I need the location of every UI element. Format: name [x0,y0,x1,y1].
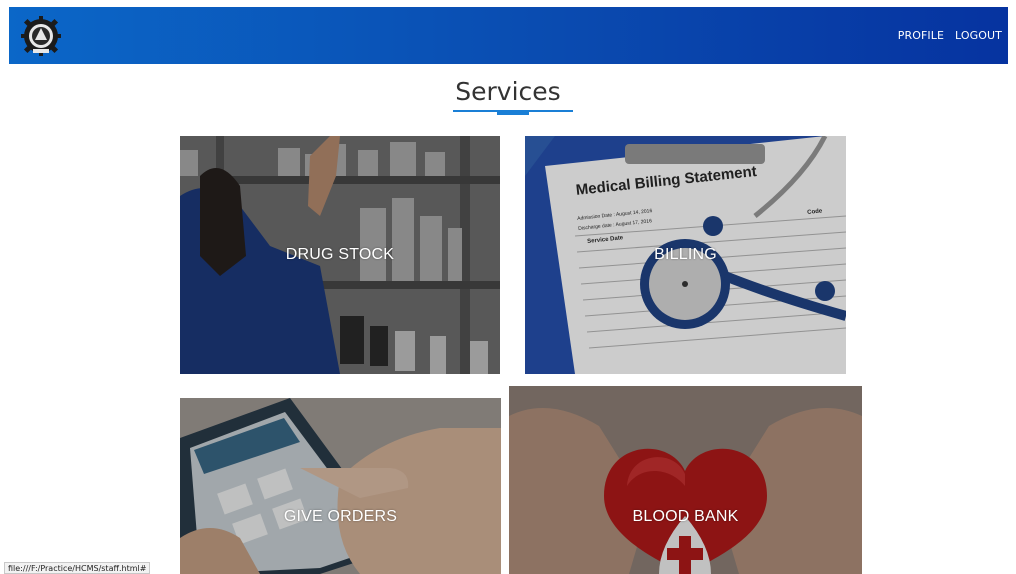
service-card-blood-bank[interactable]: BLOOD BANK [509,386,862,574]
heart-in-hands-photo [509,386,862,574]
service-card-give-orders[interactable]: GIVE ORDERS [180,398,501,574]
logout-link[interactable]: LOGOUT [955,29,1002,42]
service-label-drug-stock: DRUG STOCK [285,246,395,263]
gear-emblem-icon[interactable] [21,16,61,56]
service-label-blood-bank: BLOOD BANK [632,508,739,525]
status-bar-url: file:///F:/Practice/HCMS/staff.html# [4,562,151,574]
profile-link[interactable]: PROFILE [898,29,944,42]
title-underline-accent [497,110,529,115]
service-card-drug-stock[interactable]: DRUG STOCK [180,136,500,374]
nav-links: PROFILE LOGOUT [898,29,1002,42]
phone-app-photo [180,398,501,574]
service-label-give-orders: GIVE ORDERS [283,508,398,525]
service-label-billing: BILLING [654,246,717,263]
top-navbar: PROFILE LOGOUT [9,7,1008,64]
page-title: Services [455,77,561,106]
service-card-billing[interactable]: Medical Billing Statement Admission Date… [525,136,846,374]
